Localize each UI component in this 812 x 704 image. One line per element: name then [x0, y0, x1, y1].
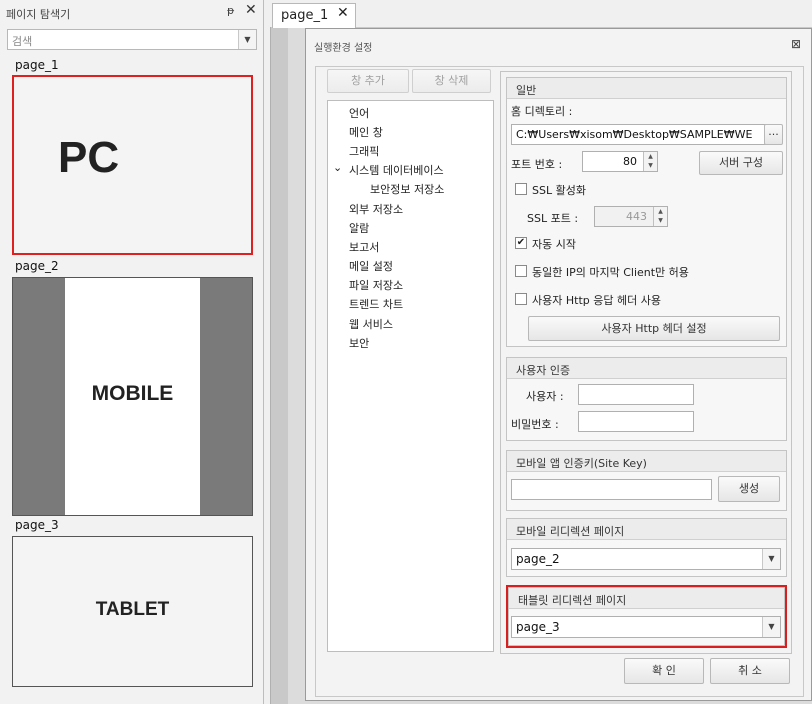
- tree-item-main-window[interactable]: 메인 창: [349, 124, 383, 140]
- home-dir-field[interactable]: C:₩Users₩xisom₩Desktop₩SAMPLE₩WE: [511, 124, 768, 145]
- tree-item-mail[interactable]: 메일 설정: [349, 258, 393, 274]
- chevron-down-icon[interactable]: ▼: [762, 549, 780, 569]
- tree-item-trend-chart[interactable]: 트렌드 차트: [349, 296, 403, 312]
- page-label-2: page_2: [15, 259, 59, 273]
- delete-window-button[interactable]: 창 삭제: [412, 69, 491, 93]
- password-field[interactable]: [578, 411, 694, 432]
- tree-item-web-service[interactable]: 웹 서비스: [349, 316, 393, 332]
- ssl-enable-checkbox[interactable]: [515, 183, 527, 195]
- tree-item-secure-storage[interactable]: 보안정보 저장소: [370, 181, 444, 197]
- ssl-port-value: 443: [626, 210, 647, 223]
- tree-item-language[interactable]: 언어: [349, 105, 369, 121]
- tree-item-external-storage[interactable]: 외부 저장소: [349, 201, 403, 217]
- home-dir-label: 홈 디렉토리 :: [511, 105, 573, 118]
- auto-start-checkbox[interactable]: ✔: [515, 237, 527, 249]
- cancel-button[interactable]: 취 소: [710, 658, 790, 684]
- dialog-title: 실행환경 설정: [314, 43, 373, 54]
- chevron-down-icon[interactable]: ⌄: [333, 161, 342, 174]
- close-icon[interactable]: ⊠: [791, 37, 801, 51]
- user-label: 사용자 :: [526, 390, 564, 403]
- spin-up-icon[interactable]: ▲: [658, 208, 663, 215]
- page-label-1: page_1: [15, 58, 59, 72]
- tab-label: page_1: [281, 8, 329, 23]
- browse-button[interactable]: ···: [764, 124, 783, 145]
- password-label: 비밀번호 :: [511, 418, 559, 431]
- highlight-frame: [506, 585, 787, 648]
- tree-item-system-db[interactable]: 시스템 데이터베이스: [349, 162, 444, 178]
- check-mark-icon: ✔: [516, 237, 526, 248]
- spin-down-icon[interactable]: ▼: [648, 162, 653, 169]
- page-thumbnail-1[interactable]: PC: [12, 75, 253, 255]
- ssl-enable-label: SSL 활성화: [532, 184, 586, 197]
- close-icon[interactable]: ✕: [245, 2, 257, 18]
- add-window-button[interactable]: 창 추가: [327, 69, 409, 93]
- tree-item-report[interactable]: 보고서: [349, 239, 379, 255]
- thumbnail-text: MOBILE: [91, 382, 174, 405]
- explorer-title: 페이지 탐색기: [6, 8, 71, 21]
- page-thumbnail-2[interactable]: MOBILE: [12, 277, 253, 516]
- port-label: 포트 번호 :: [511, 158, 563, 171]
- ssl-port-field[interactable]: 443 ▲ ▼: [594, 206, 668, 227]
- group-title: 모바일 앱 인증키(Site Key): [507, 451, 786, 472]
- tree-item-file-storage[interactable]: 파일 저장소: [349, 277, 403, 293]
- thumbnail-text: PC: [58, 133, 120, 182]
- search-input[interactable]: 검색 ▼: [7, 29, 257, 50]
- spin-up-icon[interactable]: ▲: [648, 153, 653, 160]
- site-key-field[interactable]: [511, 479, 712, 500]
- spin-down-icon[interactable]: ▼: [658, 217, 663, 224]
- tree-item-security[interactable]: 보안: [349, 335, 369, 351]
- chevron-down-icon[interactable]: ▼: [238, 30, 256, 49]
- page-label-3: page_3: [15, 518, 59, 532]
- same-ip-label: 동일한 IP의 마지막 Client만 허용: [532, 266, 689, 279]
- user-field[interactable]: [578, 384, 694, 405]
- same-ip-checkbox[interactable]: [515, 265, 527, 277]
- search-placeholder: 검색: [12, 35, 33, 48]
- mobile-redirect-select[interactable]: page_2 ▼: [511, 548, 781, 570]
- group-title: 일반: [507, 78, 786, 99]
- pin-icon[interactable]: ᵽ: [227, 4, 234, 17]
- port-spinner[interactable]: ▲ ▼: [643, 152, 657, 171]
- thumbnail-text: TABLET: [95, 599, 170, 620]
- tree-item-graphic[interactable]: 그래픽: [349, 143, 379, 159]
- tree-item-alarm[interactable]: 알람: [349, 220, 369, 236]
- port-value: 80: [623, 155, 637, 168]
- custom-header-checkbox[interactable]: [515, 293, 527, 305]
- page-explorer-panel: 페이지 탐색기 ᵽ ✕ 검색 ▼ page_1 PC page_2 MOBILE…: [0, 0, 264, 704]
- group-title: 모바일 리디렉션 페이지: [507, 519, 786, 540]
- page-thumbnail-3[interactable]: TABLET: [12, 536, 253, 687]
- mobile-redirect-value: page_2: [516, 552, 560, 566]
- ssl-port-spinner[interactable]: ▲ ▼: [653, 207, 667, 226]
- ok-button[interactable]: 확 인: [624, 658, 704, 684]
- auto-start-label: 자동 시작: [532, 238, 576, 251]
- group-title: 사용자 인증: [507, 358, 786, 379]
- generate-button[interactable]: 생성: [718, 476, 780, 502]
- header-settings-button[interactable]: 사용자 Http 헤더 설정: [528, 316, 780, 341]
- server-config-button[interactable]: 서버 구성: [699, 151, 783, 175]
- custom-header-label: 사용자 Http 응답 헤더 사용: [532, 294, 661, 307]
- ssl-port-label: SSL 포트 :: [527, 212, 579, 225]
- close-icon[interactable]: ✕: [337, 5, 349, 21]
- port-field[interactable]: 80 ▲ ▼: [582, 151, 658, 172]
